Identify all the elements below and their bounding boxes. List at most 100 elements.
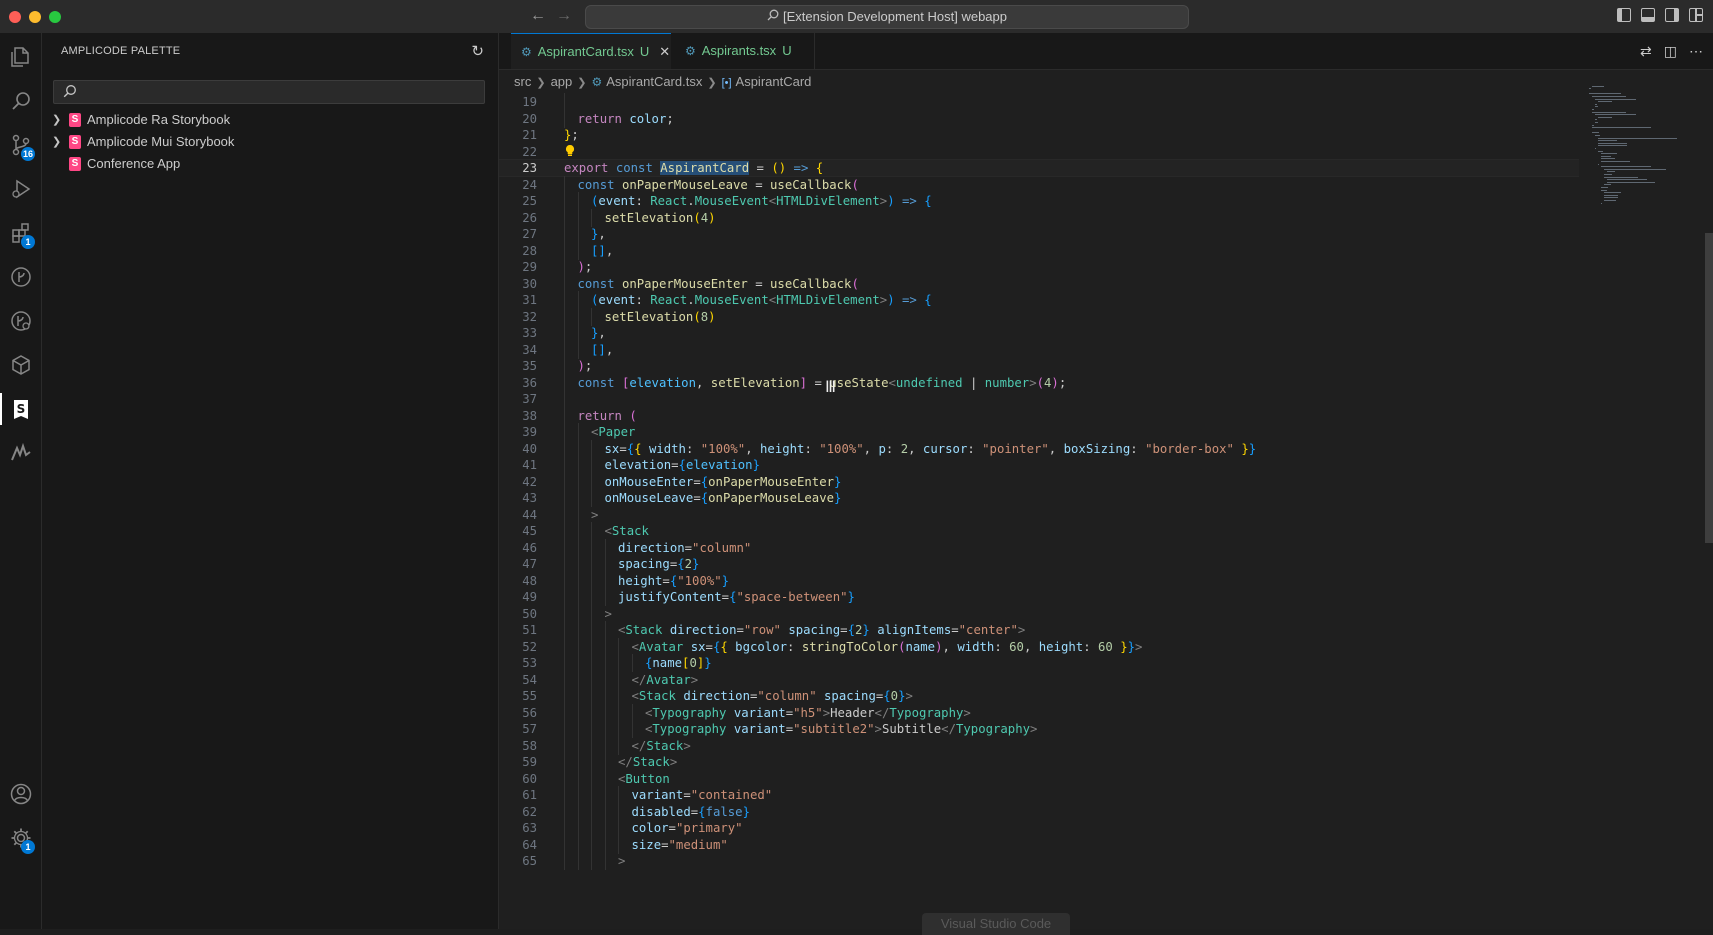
editor-tabs: ⚙ AspirantCard.tsx U ✕ ⚙ Aspirants.tsx U ⇄ ◫ … <box>499 33 1713 70</box>
code-token: ( <box>693 210 701 225</box>
code-line[interactable]: 52 <Avatar sx={{ bgcolor: stringToColor(n… <box>499 637 1579 656</box>
code-line[interactable]: 47 spacing={2} <box>499 555 1579 573</box>
split-editor-icon[interactable]: ◫ <box>1664 43 1677 60</box>
indent-guide <box>564 571 565 590</box>
editor-scrollbar[interactable] <box>1705 233 1713 543</box>
code-line[interactable]: 25 (event: React.MouseEvent<HTMLDivElemen… <box>499 192 1579 210</box>
code-line[interactable]: 26 setElevation(4) <box>499 208 1579 227</box>
code-line[interactable]: 64 size="medium" <box>499 835 1579 854</box>
code-line[interactable]: 45 <Stack <box>499 522 1579 540</box>
tab-aspirants[interactable]: ⚙ Aspirants.tsx U <box>675 33 815 69</box>
code-line[interactable]: 54 </Avatar> <box>499 670 1579 689</box>
code-line[interactable]: 37 <box>499 390 1579 408</box>
code-line[interactable]: 39 <Paper <box>499 423 1579 441</box>
code-line[interactable]: 65 > <box>499 852 1579 870</box>
forward-arrow-icon[interactable]: → <box>556 7 572 25</box>
tab-aspirantcard[interactable]: ⚙ AspirantCard.tsx U ✕ <box>511 33 671 69</box>
maximize-window-button[interactable] <box>49 11 61 23</box>
tree-item-amplicode-ra-storybook[interactable]: ❯ S Amplicode Ra Storybook <box>52 109 482 131</box>
code-line[interactable]: 34 [], <box>499 340 1579 359</box>
code-line[interactable]: 19 <box>499 93 1579 111</box>
breadcrumb-folder[interactable]: src <box>514 74 531 89</box>
toggle-secondary-sidebar-icon[interactable] <box>1665 8 1679 22</box>
code-line[interactable]: 35); <box>499 357 1579 375</box>
code-line[interactable]: 50 > <box>499 604 1579 623</box>
code-line[interactable]: 33}, <box>499 324 1579 342</box>
refresh-icon[interactable]: ↻ <box>471 42 484 60</box>
cube-icon[interactable] <box>0 343 41 387</box>
code-line[interactable]: 46 direction="column" <box>499 538 1579 557</box>
code-line[interactable]: 58 </Stack> <box>499 736 1579 755</box>
chevron-right-icon[interactable]: ❯ <box>52 109 64 131</box>
code-line[interactable]: 32 setElevation(8) <box>499 307 1579 326</box>
palette-search-input[interactable] <box>82 83 481 103</box>
customize-layout-icon[interactable] <box>1689 8 1703 22</box>
command-center[interactable]: [Extension Development Host] webapp <box>585 5 1189 29</box>
code-line[interactable]: 20 return color; <box>499 109 1579 128</box>
settings-gear-icon[interactable]: 1 <box>0 816 41 860</box>
code-token: = <box>705 639 713 654</box>
explorer-icon[interactable] <box>0 35 41 79</box>
code-line[interactable]: 40 sx={{ width: "100%", height: "100%", p… <box>499 439 1579 458</box>
extensions-icon[interactable]: 1 <box>0 211 41 255</box>
open-changes-icon[interactable]: ⇄ <box>1640 43 1652 60</box>
search-icon[interactable] <box>0 79 41 123</box>
code-line[interactable]: 63 color="primary" <box>499 819 1579 837</box>
breadcrumb-folder[interactable]: app <box>551 74 573 89</box>
code-line[interactable]: 21}; <box>499 126 1579 144</box>
code-line[interactable]: 55 <Stack direction="column" spacing={0}> <box>499 687 1579 705</box>
code-line[interactable]: 29); <box>499 258 1579 276</box>
code-line[interactable]: 61 variant="contained" <box>499 786 1579 804</box>
code-line[interactable]: 31 (event: React.MouseEvent<HTMLDivElemen… <box>499 291 1579 309</box>
close-icon[interactable]: ✕ <box>659 44 670 59</box>
run-debug-icon[interactable] <box>0 167 41 211</box>
account-icon[interactable] <box>0 772 41 816</box>
code-line[interactable]: 49 justifyContent={"space-between"} <box>499 588 1579 606</box>
code-line[interactable]: 51 <Stack direction="row" spacing={2} ali… <box>499 621 1579 639</box>
amplicode-icon[interactable] <box>0 431 41 475</box>
code-token: : <box>635 194 651 208</box>
code-token: "space-between" <box>736 590 848 604</box>
code-line[interactable]: 23 export const AspirantCard = () => { <box>499 159 1579 177</box>
palette-search[interactable] <box>53 80 485 104</box>
code-line[interactable]: 44 > <box>499 505 1579 524</box>
code-line[interactable]: 38 return ( <box>499 406 1579 425</box>
chevron-right-icon[interactable]: ❯ <box>52 131 64 153</box>
line-number: 52 <box>522 639 537 654</box>
code-line[interactable]: 57 <Typography variant="subtitle2">Subtit… <box>499 720 1579 738</box>
minimize-window-button[interactable] <box>29 11 41 23</box>
code-line[interactable]: 24 const onPaperMouseLeave = useCallback( <box>499 175 1579 194</box>
storybook-icon[interactable]: S <box>0 387 41 431</box>
remote-explorer-icon[interactable] <box>0 299 41 343</box>
code-line[interactable]: 53 {name[0]} <box>499 654 1579 672</box>
code-line[interactable]: 36 const [elevation, setElevation] = useS… <box>499 373 1579 392</box>
code-line[interactable]: 48 height={"100%"} <box>499 571 1579 590</box>
code-line[interactable]: 22 <box>499 143 1579 161</box>
tree-item-conference-app[interactable]: S Conference App <box>52 153 482 175</box>
code-token: onPaperMouseLeave <box>708 491 835 505</box>
code-line[interactable]: 30 const onPaperMouseEnter = useCallback( <box>499 274 1579 293</box>
code-line[interactable]: 56 <Typography variant="h5">Header</Typog… <box>499 703 1579 722</box>
more-actions-icon[interactable]: ⋯ <box>1689 43 1703 60</box>
back-arrow-icon[interactable]: ← <box>530 7 546 25</box>
toggle-panel-icon[interactable] <box>1641 8 1655 22</box>
breadcrumb-file[interactable]: AspirantCard.tsx <box>606 74 702 89</box>
git-graph-icon[interactable] <box>0 255 41 299</box>
code-line[interactable]: 60 <Button <box>499 769 1579 788</box>
code-line[interactable]: 41 elevation={elevation} <box>499 456 1579 474</box>
code-text: return color; <box>578 110 674 128</box>
code-line[interactable]: 28 [], <box>499 241 1579 260</box>
code-line[interactable]: 27}, <box>499 225 1579 243</box>
minimap[interactable] <box>1589 83 1699 223</box>
close-window-button[interactable] <box>9 11 21 23</box>
source-control-icon[interactable]: 16 <box>0 123 41 167</box>
code-token: "column" <box>692 540 752 555</box>
breadcrumb-symbol[interactable]: AspirantCard <box>736 74 812 89</box>
code-line[interactable]: 43 onMouseLeave={onPaperMouseLeave} <box>499 489 1579 507</box>
code-line[interactable]: 42 onMouseEnter={onPaperMouseEnter} <box>499 472 1579 491</box>
tree-item-amplicode-mui-storybook[interactable]: ❯ S Amplicode Mui Storybook <box>52 131 482 153</box>
code-line[interactable]: 59 </Stack> <box>499 753 1579 771</box>
code-line[interactable]: 62 disabled={false} <box>499 802 1579 821</box>
toggle-primary-sidebar-icon[interactable] <box>1617 8 1631 22</box>
code-editor[interactable]: 19 20 return color; 21}; 22 23 export const As… <box>499 93 1599 929</box>
